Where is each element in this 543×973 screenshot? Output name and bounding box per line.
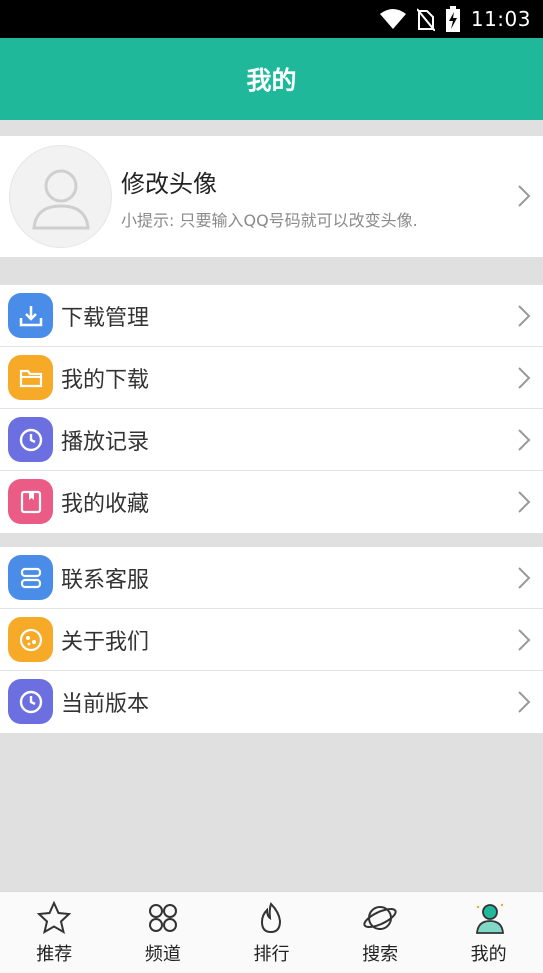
menu-item-label: 关于我们 bbox=[61, 630, 150, 655]
status-time: 11:03 bbox=[470, 7, 531, 31]
chevron-right-icon bbox=[518, 367, 531, 389]
chevron-right-icon bbox=[518, 429, 531, 451]
tab-bar: 推荐 频道 排行 搜索 我的 bbox=[0, 891, 543, 973]
folder-icon bbox=[8, 355, 53, 400]
chevron-right-icon bbox=[518, 185, 531, 207]
flame-icon bbox=[261, 902, 282, 934]
tab-channel[interactable]: 频道 bbox=[109, 892, 218, 973]
about-icon bbox=[8, 617, 53, 662]
title-bar: 我的 bbox=[0, 38, 543, 120]
tab-label: 频道 bbox=[144, 944, 181, 965]
planet-icon bbox=[363, 906, 397, 930]
menu-item-my-favorites[interactable]: 我的收藏 bbox=[0, 471, 543, 533]
status-bar: 11:03 bbox=[0, 0, 543, 38]
profile-card[interactable]: 修改头像 小提示: 只要输入QQ号码就可以改变头像. bbox=[0, 136, 543, 257]
menu-item-label: 我的下载 bbox=[61, 368, 150, 393]
profile-name: 修改头像 bbox=[121, 170, 217, 198]
clock-icon bbox=[8, 417, 53, 462]
menu-item-label: 当前版本 bbox=[61, 692, 150, 717]
avatar[interactable] bbox=[9, 145, 112, 248]
tab-label: 搜索 bbox=[362, 944, 399, 965]
menu-item-customer-service[interactable]: 联系客服 bbox=[0, 547, 543, 609]
clock-icon bbox=[8, 679, 53, 724]
chevron-right-icon bbox=[518, 491, 531, 513]
tab-label: 排行 bbox=[253, 944, 290, 965]
default-avatar-icon bbox=[32, 169, 90, 230]
tab-recommend[interactable]: 推荐 bbox=[0, 892, 109, 973]
menu-group-2: 联系客服 关于我们 当前版本 bbox=[0, 547, 543, 733]
chevron-right-icon bbox=[518, 567, 531, 589]
menu-item-my-downloads[interactable]: 我的下载 bbox=[0, 347, 543, 409]
menu-item-about-us[interactable]: 关于我们 bbox=[0, 609, 543, 671]
tab-label: 我的 bbox=[470, 944, 507, 965]
tab-label: 推荐 bbox=[36, 944, 73, 965]
bookmark-icon bbox=[8, 479, 53, 524]
tab-ranking[interactable]: 排行 bbox=[217, 892, 326, 973]
menu-item-current-version[interactable]: 当前版本 bbox=[0, 671, 543, 733]
menu-item-label: 下载管理 bbox=[61, 306, 150, 331]
wifi-icon bbox=[379, 9, 406, 29]
no-sim-icon bbox=[416, 8, 435, 31]
battery-charging-icon bbox=[445, 6, 460, 32]
download-icon bbox=[8, 293, 53, 338]
page-title: 我的 bbox=[246, 66, 297, 95]
user-icon bbox=[475, 903, 504, 934]
tab-search[interactable]: 搜索 bbox=[326, 892, 435, 973]
chevron-right-icon bbox=[518, 629, 531, 651]
menu-item-download-manager[interactable]: 下载管理 bbox=[0, 285, 543, 347]
menu-item-label: 联系客服 bbox=[61, 568, 150, 593]
menu-item-label: 我的收藏 bbox=[61, 492, 150, 517]
profile-tip: 小提示: 只要输入QQ号码就可以改变头像. bbox=[121, 211, 418, 230]
customer-service-icon bbox=[8, 555, 53, 600]
menu-item-play-history[interactable]: 播放记录 bbox=[0, 409, 543, 471]
menu-group-1: 下载管理 我的下载 播放记录 我的收藏 bbox=[0, 285, 543, 533]
menu-item-label: 播放记录 bbox=[61, 430, 150, 455]
chevron-right-icon bbox=[518, 305, 531, 327]
star-icon bbox=[36, 900, 72, 935]
chevron-right-icon bbox=[518, 691, 531, 713]
grid-icon bbox=[148, 904, 177, 932]
tab-mine[interactable]: 我的 bbox=[434, 892, 543, 973]
